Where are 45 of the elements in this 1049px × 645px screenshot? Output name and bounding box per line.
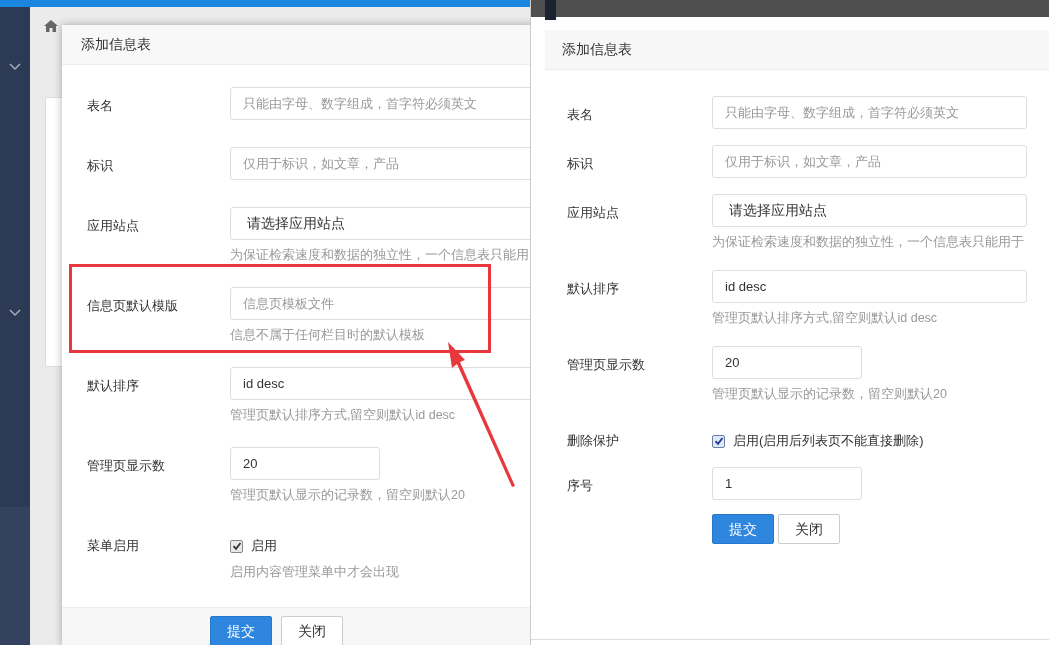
checkbox-label: 启用: [251, 537, 277, 556]
submit-button[interactable]: 提交: [712, 514, 774, 544]
text-field[interactable]: 20: [230, 447, 380, 480]
field-label: 默认排序: [87, 378, 139, 393]
close-button[interactable]: 关闭: [281, 616, 343, 645]
help-text: 管理页默认显示的记录数，留空则默认20: [712, 386, 947, 403]
help-text: 管理页默认显示的记录数，留空则默认20: [230, 487, 465, 504]
text-field[interactable]: 仅用于标识，如文章，产品: [712, 145, 1027, 178]
checkbox-label: 启用(启用后列表页不能直接删除): [733, 432, 924, 451]
text-field[interactable]: id desc: [230, 367, 530, 400]
field-label: 菜单启用: [87, 538, 139, 553]
text-field[interactable]: 仅用于标识，如文章，产品: [230, 147, 530, 180]
chevron-down-icon[interactable]: [9, 309, 21, 317]
close-button[interactable]: 关闭: [778, 514, 840, 544]
text-field[interactable]: id desc: [712, 270, 1027, 303]
field-label: 表名: [87, 98, 113, 113]
field-label: 表名: [567, 107, 593, 122]
field-label: 标识: [567, 156, 593, 171]
field-label: 管理页显示数: [567, 357, 645, 372]
checkbox[interactable]: [712, 434, 725, 448]
text-field[interactable]: 信息页模板文件: [230, 287, 530, 320]
field-label: 标识: [87, 158, 113, 173]
dialog-title: 添加信息表: [562, 40, 632, 59]
text-field[interactable]: 只能由字母、数字组成，首字符必须英文: [230, 87, 530, 120]
field-label: 信息页默认模版: [87, 298, 178, 313]
field-label: 删除保护: [567, 433, 619, 448]
chevron-down-icon[interactable]: [9, 63, 21, 71]
help-text: 管理页默认排序方式,留空则默认id desc: [712, 310, 938, 327]
field-label: 序号: [567, 478, 593, 493]
help-text: 管理页默认排序方式,留空则默认id desc: [230, 407, 456, 424]
dialog-title: 添加信息表: [81, 35, 151, 54]
field-label: 默认排序: [567, 281, 619, 296]
help-text: 信息不属于任何栏目时的默认模板: [230, 327, 425, 344]
home-icon[interactable]: [44, 20, 58, 32]
field-label: 应用站点: [567, 205, 619, 220]
submit-button[interactable]: 提交: [210, 616, 272, 645]
help-text: 启用内容管理菜单中才会出现: [230, 564, 399, 581]
text-field[interactable]: 只能由字母、数字组成，首字符必须英文: [712, 96, 1027, 129]
site-select[interactable]: 请选择应用站点: [712, 194, 1027, 227]
text-field[interactable]: 20: [712, 346, 862, 379]
site-select[interactable]: 请选择应用站点: [230, 207, 530, 240]
field-label: 应用站点: [87, 218, 139, 233]
field-label: 管理页显示数: [87, 458, 165, 473]
text-field[interactable]: 1: [712, 467, 862, 500]
checkbox[interactable]: [230, 539, 243, 553]
